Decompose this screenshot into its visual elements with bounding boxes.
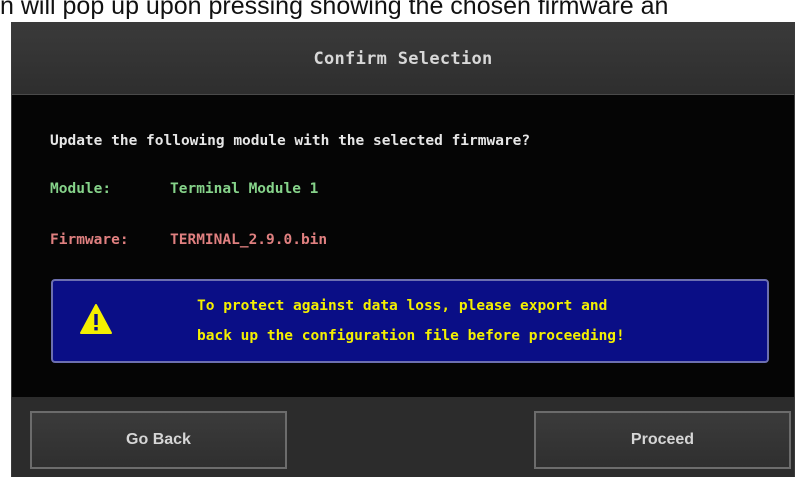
go-back-button[interactable]: Go Back [30, 411, 287, 469]
confirm-selection-dialog: Confirm Selection Update the following m… [11, 22, 795, 477]
warning-banner: To protect against data loss, please exp… [51, 279, 769, 363]
warning-line-1: To protect against data loss, please exp… [197, 298, 608, 314]
dialog-title: Confirm Selection [313, 48, 493, 69]
dialog-header: Confirm Selection [12, 23, 794, 95]
confirmation-question: Update the following module with the sel… [50, 133, 531, 149]
page: n will pop up upon pressing showing the … [0, 0, 806, 477]
proceed-button-label: Proceed [630, 431, 695, 448]
document-caption-text: n will pop up upon pressing showing the … [0, 0, 669, 20]
firmware-label: Firmware: [50, 232, 129, 248]
warning-text: To protect against data loss, please exp… [197, 291, 625, 351]
firmware-row: Firmware: TERMINAL_2.9.0.bin [50, 232, 327, 248]
firmware-value: TERMINAL_2.9.0.bin [170, 232, 328, 248]
dialog-footer: Go Back Proceed [12, 397, 794, 477]
warning-triangle-icon [80, 304, 112, 334]
warning-line-2: back up the configuration file before pr… [197, 328, 625, 344]
go-back-button-label: Go Back [126, 431, 191, 448]
proceed-button[interactable]: Proceed [534, 411, 791, 469]
module-row: Module: Terminal Module 1 [50, 181, 318, 197]
module-label: Module: [50, 181, 112, 197]
module-value: Terminal Module 1 [170, 181, 319, 197]
